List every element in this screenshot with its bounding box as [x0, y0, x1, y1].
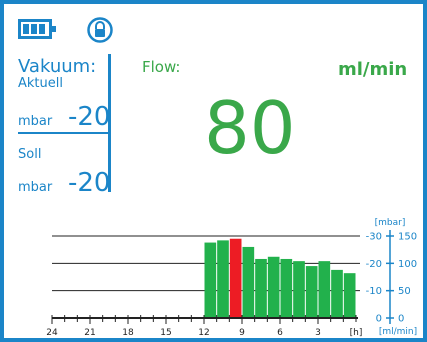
chart-bar — [267, 256, 280, 318]
chart-bar — [280, 258, 293, 318]
flow-history-chart: 24 21 18 15 12 9 6 3 [h] -30 150 -20 100 -10 50 0 0 [mbar… — [46, 218, 417, 338]
chart-bar — [229, 238, 242, 318]
x-tick-label: 9 — [239, 328, 245, 338]
chart-bar — [318, 261, 331, 318]
flow-tick-label: 50 — [398, 286, 411, 297]
x-tick-label: 15 — [160, 328, 171, 338]
x-tick-label: 21 — [84, 328, 95, 338]
mbar-tick-label: 0 — [376, 314, 382, 325]
mbar-tick-label: -30 — [366, 232, 382, 243]
chart-bar — [242, 246, 255, 318]
mbar-axis-label: [mbar] — [375, 218, 406, 228]
flow-tick-label: 150 — [398, 232, 417, 243]
flow-axis-label: [ml/min] — [379, 327, 417, 337]
screen-frame: Vakuum: Aktuell mbar -20 Soll mbar -20 F… — [0, 0, 427, 342]
flow-tick-label: 0 — [398, 314, 404, 325]
chart-bar — [305, 266, 318, 318]
mbar-tick-label: -10 — [366, 286, 382, 297]
x-tick-label: 3 — [315, 328, 321, 338]
flow-tick-label: 100 — [398, 259, 417, 270]
chart-bar — [204, 242, 217, 318]
chart-bar — [217, 240, 229, 318]
x-tick-label: 12 — [198, 328, 209, 338]
x-tick-label: 24 — [46, 328, 58, 338]
x-axis-unit: [h] — [350, 328, 363, 338]
x-tick-label: 18 — [122, 328, 134, 338]
chart-bar — [343, 273, 356, 318]
x-tick-label: 6 — [277, 328, 283, 338]
chart-bar — [331, 269, 343, 318]
chart-bar — [293, 261, 305, 318]
chart-bar — [255, 258, 267, 318]
mbar-tick-label: -20 — [366, 259, 382, 270]
